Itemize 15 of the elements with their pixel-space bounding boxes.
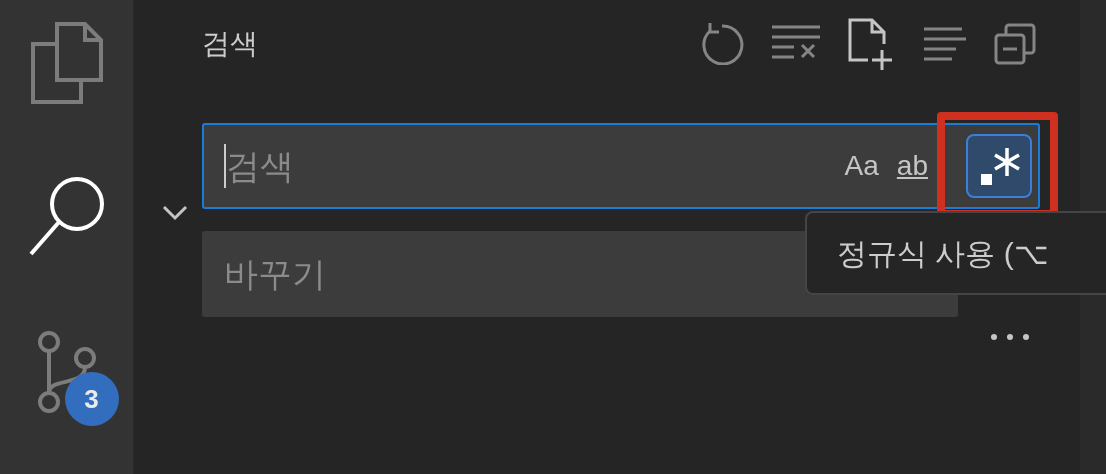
lines-icon[interactable] [924,26,966,62]
chevron-icon[interactable] [162,205,188,221]
branch-icon [36,330,97,414]
more-icon[interactable] [990,333,1030,341]
files-icon [30,22,103,104]
text-cursor [224,144,226,188]
search-field[interactable]: 검색 Aa ab [202,123,1040,209]
activity-bar-item[interactable]: 3 [10,330,123,430]
refresh-icon[interactable] [700,23,744,65]
whole-word-toggle[interactable]: ab [892,145,932,187]
panel-title: 검색 [202,27,259,61]
match-case-toggle[interactable]: Aa [838,145,885,187]
count-badge: 3 [64,372,119,426]
regex-toggle[interactable] [966,134,1032,198]
collapse-all-icon[interactable] [994,23,1036,65]
